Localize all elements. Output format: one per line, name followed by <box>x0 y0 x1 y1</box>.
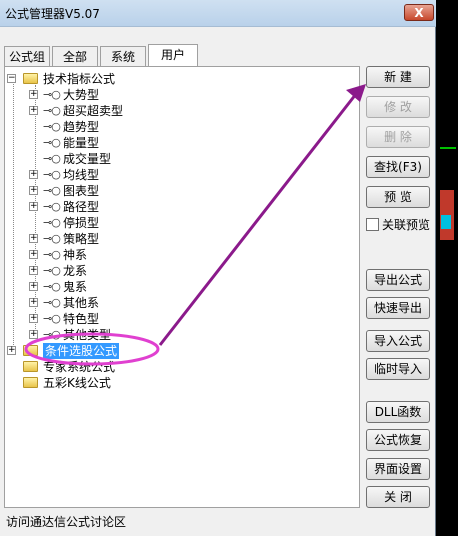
formula-key-icon: ⊸○ <box>43 280 61 293</box>
expand-icon[interactable]: + <box>29 186 38 195</box>
forum-link[interactable]: 访问通达信公式讨论区 <box>6 513 126 530</box>
folder-icon <box>23 73 38 84</box>
find-button[interactable]: 查找(F3) <box>366 156 430 178</box>
window-title: 公式管理器V5.07 <box>5 7 100 21</box>
tree-node-label: 特色型 <box>63 312 100 326</box>
background-chart-line <box>440 147 456 149</box>
tree-node-label: 超买超卖型 <box>63 104 124 118</box>
expand-icon[interactable]: + <box>29 330 38 339</box>
formula-key-icon: ⊸○ <box>43 88 61 101</box>
temp-import-button[interactable]: 临时导入 <box>366 358 430 380</box>
formula-key-icon: ⊸○ <box>43 136 61 149</box>
tree-connector <box>13 81 14 349</box>
tree-node-label: 专家系统公式 <box>43 360 116 374</box>
tree-node-label: 趋势型 <box>63 120 100 134</box>
link-preview-checkbox[interactable]: 关联预览 <box>366 216 430 233</box>
expand-icon[interactable]: + <box>29 298 38 307</box>
expand-icon[interactable]: + <box>29 202 38 211</box>
checkbox-box[interactable] <box>366 218 379 231</box>
tree-node-label: 能量型 <box>63 136 100 150</box>
new-button[interactable]: 新 建 <box>366 66 430 88</box>
import-formula-button[interactable]: 导入公式 <box>366 330 430 352</box>
formula-key-icon: ⊸○ <box>43 312 61 325</box>
tree-node-label: 成交量型 <box>63 152 112 166</box>
formula-key-icon: ⊸○ <box>43 248 61 261</box>
tree-node-label: 技术指标公式 <box>43 72 116 86</box>
expand-icon[interactable]: + <box>29 266 38 275</box>
tree-node-label: 条件选股公式 <box>43 343 120 359</box>
tree-node-label: 鬼系 <box>63 280 88 294</box>
formula-key-icon: ⊸○ <box>43 216 61 229</box>
expand-icon[interactable]: + <box>29 314 38 323</box>
formula-key-icon: ⊸○ <box>43 296 61 309</box>
tree-node-label: 均线型 <box>63 168 100 182</box>
tab-system[interactable]: 系统 <box>100 46 146 66</box>
expand-icon[interactable]: + <box>29 106 38 115</box>
expand-icon[interactable]: + <box>29 234 38 243</box>
formula-key-icon: ⊸○ <box>43 328 61 341</box>
expand-icon[interactable]: + <box>29 90 38 99</box>
close-button[interactable]: 关 闭 <box>366 486 430 508</box>
collapse-icon[interactable]: − <box>7 74 16 83</box>
export-formula-button[interactable]: 导出公式 <box>366 269 430 291</box>
tree-node-label: 图表型 <box>63 184 100 198</box>
tab-all[interactable]: 全部 <box>52 46 98 66</box>
folder-icon <box>23 377 38 388</box>
tree-node-label: 路径型 <box>63 200 100 214</box>
tree-node-label: 其他类型 <box>63 328 112 342</box>
quick-export-button[interactable]: 快速导出 <box>366 297 430 319</box>
background-app-area <box>436 0 458 536</box>
formula-key-icon: ⊸○ <box>43 184 61 197</box>
tree-node-label: 大势型 <box>63 88 100 102</box>
title-bar: 公式管理器V5.07 X <box>0 0 436 27</box>
tree-node-label: 龙系 <box>63 264 88 278</box>
formula-tree[interactable]: − 技术指标公式 + ⊸○ 大势型 + ⊸○ 超买超卖型 ⊸○ 趋势型 ⊸○ 能量型 ⊸○ 成交量型 +… <box>4 66 360 508</box>
folder-icon <box>23 345 38 356</box>
formula-manager-window: 公式管理器V5.07 X 公式组 全部 系统 用户 − 技术指标公式 + ⊸○ 大势… <box>0 0 436 536</box>
restore-formula-button[interactable]: 公式恢复 <box>366 429 430 451</box>
expand-icon[interactable]: + <box>29 282 38 291</box>
formula-key-icon: ⊸○ <box>43 152 61 165</box>
formula-key-icon: ⊸○ <box>43 104 61 117</box>
link-preview-label: 关联预览 <box>382 218 431 232</box>
tab-user[interactable]: 用户 <box>148 44 198 66</box>
expand-icon[interactable]: + <box>29 250 38 259</box>
delete-button[interactable]: 删 除 <box>366 126 430 148</box>
formula-key-icon: ⊸○ <box>43 168 61 181</box>
tree-node-label: 五彩K线公式 <box>43 376 111 390</box>
formula-key-icon: ⊸○ <box>43 200 61 213</box>
tree-node-label: 停损型 <box>63 216 100 230</box>
formula-key-icon: ⊸○ <box>43 264 61 277</box>
background-candle-cyan <box>441 215 451 229</box>
tree-node-label: 策略型 <box>63 232 100 246</box>
formula-key-icon: ⊸○ <box>43 120 61 133</box>
tree-node-label: 神系 <box>63 248 88 262</box>
ui-settings-button[interactable]: 界面设置 <box>366 458 430 480</box>
formula-key-icon: ⊸○ <box>43 232 61 245</box>
dll-function-button[interactable]: DLL函数 <box>366 401 430 423</box>
expand-icon[interactable]: + <box>29 170 38 179</box>
close-window-button[interactable]: X <box>404 4 434 21</box>
tab-formula-group[interactable]: 公式组 <box>4 46 50 66</box>
expand-icon[interactable]: + <box>7 346 16 355</box>
tree-node-label: 其他系 <box>63 296 100 310</box>
preview-button[interactable]: 预 览 <box>366 186 430 208</box>
folder-icon <box>23 361 38 372</box>
modify-button[interactable]: 修 改 <box>366 96 430 118</box>
